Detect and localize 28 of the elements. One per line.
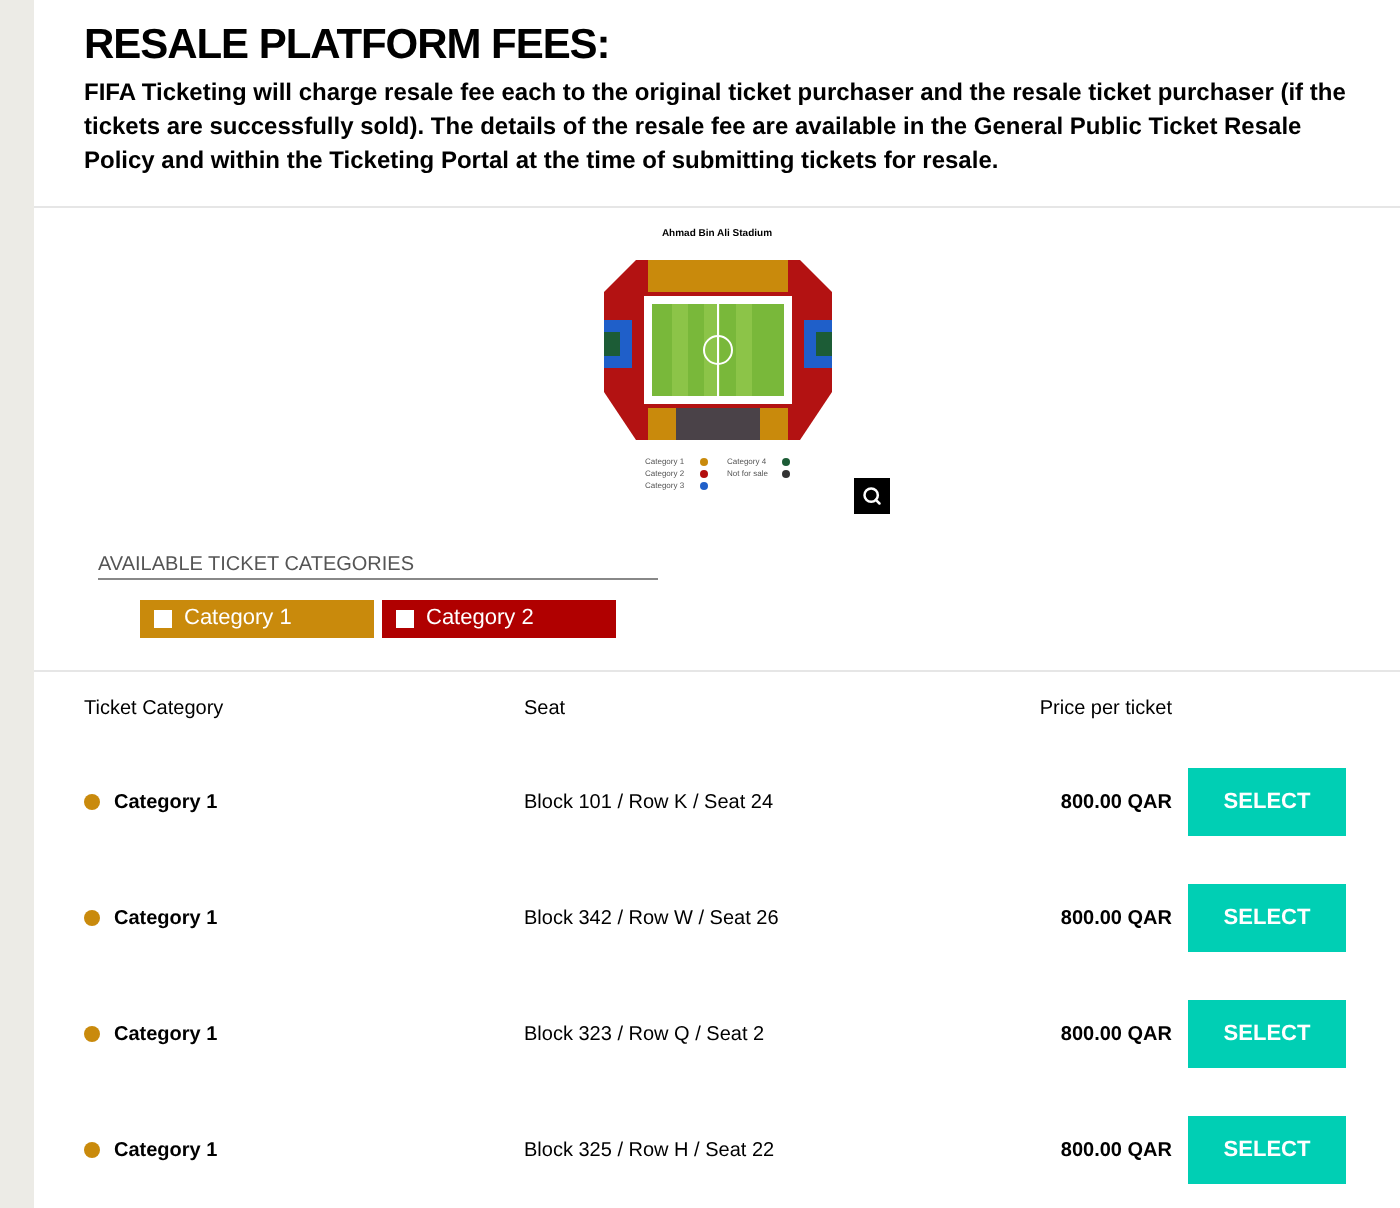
intro-paragraph: FIFA Ticketing will charge resale fee each to the original ticket purchaser and the resale ticket purchaser (if the tickets are successfully sold). The details of the resale fee are available in the General Public Ticket Resale Policy and within the Ticketing Portal at the time of submitting tickets for resale. xyxy=(84,76,1348,178)
table-cell-text: 800.00 QAR xyxy=(1058,1021,1172,1049)
select-button[interactable]: SELECT xyxy=(1188,768,1346,836)
table-cell-text: Block 323 / Row Q / Seat 2 xyxy=(524,1021,767,1049)
table-cell-text: Category 1 xyxy=(114,1137,218,1165)
categories-title: AVAILABLE TICKET CATEGORIES xyxy=(98,531,658,580)
category-filter[interactable]: Category 2 xyxy=(382,599,616,638)
table-cell-text: Block 325 / Row H / Seat 22 xyxy=(524,1137,777,1165)
table-cell-text: 800.00 QAR xyxy=(1058,1137,1172,1165)
select-button[interactable]: SELECT xyxy=(1188,1000,1346,1068)
table-cell-text: Category 1 xyxy=(114,905,218,933)
table-cell-text: Block 342 / Row W / Seat 26 xyxy=(524,905,781,933)
select-button[interactable]: SELECT xyxy=(1188,1116,1346,1184)
table-cell-text: Block 101 / Row K / Seat 24 xyxy=(524,789,776,817)
select-button[interactable]: SELECT xyxy=(1188,884,1346,952)
column-header: Price per ticket xyxy=(1037,695,1172,723)
checkbox[interactable] xyxy=(396,609,414,628)
section-heading: RESALE PLATFORM FEES: xyxy=(84,20,612,72)
zoom-button[interactable] xyxy=(854,478,890,514)
table-cell-text: Category 1 xyxy=(114,1021,218,1049)
column-header: Seat xyxy=(524,695,568,723)
column-header: Ticket Category xyxy=(84,695,226,723)
table-cell-text: 800.00 QAR xyxy=(1058,905,1172,933)
category-filter[interactable]: Category 1 xyxy=(140,599,374,638)
table-cell-text: Category 1 xyxy=(114,789,218,817)
table-cell-text: 800.00 QAR xyxy=(1058,789,1172,817)
checkbox[interactable] xyxy=(154,609,172,628)
search-icon xyxy=(862,486,882,506)
